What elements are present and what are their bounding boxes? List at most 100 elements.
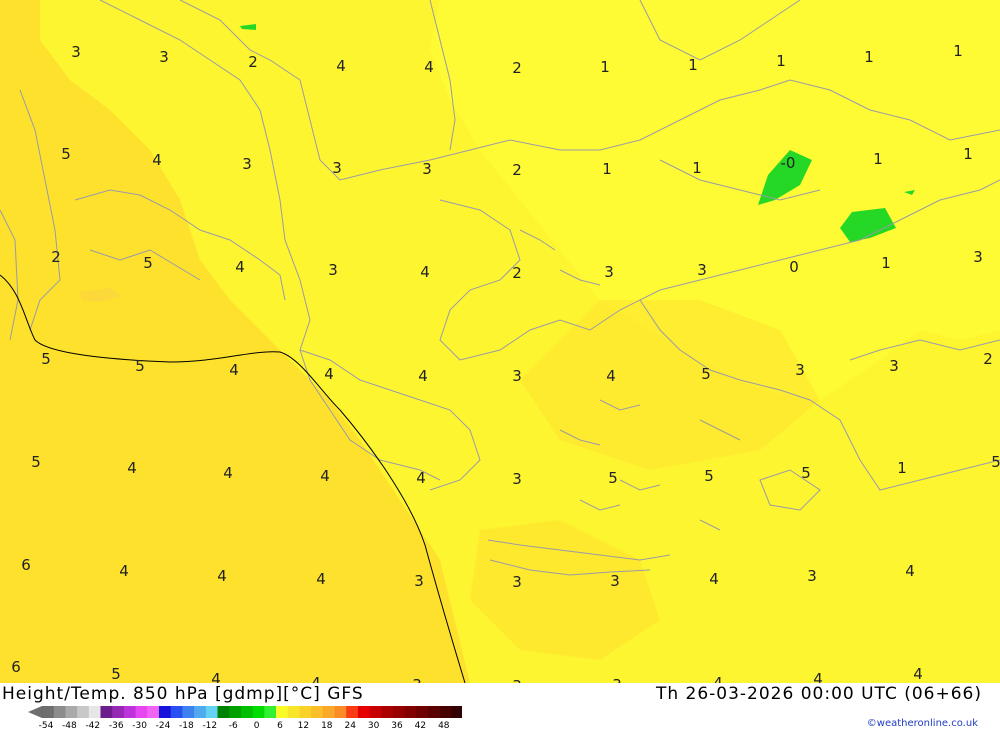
map-value-label: 4 [713, 674, 723, 683]
map-value-label: 4 [211, 670, 221, 683]
map-title: Height/Temp. 850 hPa [gdmp][°C] GFS [2, 684, 364, 704]
scale-arrow-left [28, 706, 42, 718]
map-value-label: 4 [217, 567, 227, 585]
map-value-label: 4 [418, 367, 428, 385]
scale-tick-label: 42 [415, 721, 426, 730]
map-value-label: 5 [61, 145, 71, 163]
scale-tick-label: 48 [438, 721, 450, 730]
credit-link[interactable]: ©weatheronline.co.uk [867, 718, 978, 729]
scale-color-cell [311, 706, 324, 718]
scale-color-cell [159, 706, 172, 718]
map-value-label: 5 [701, 365, 711, 383]
map-value-label: 2 [983, 350, 993, 368]
scale-tick-label: 36 [391, 721, 403, 730]
map-value-label: 3 [512, 573, 522, 591]
map-value-label: 5 [801, 464, 811, 482]
map-value-label: 4 [223, 464, 233, 482]
scale-tick-label: 0 [254, 721, 260, 730]
scale-color-cell [404, 706, 417, 718]
scale-color-cell [381, 706, 394, 718]
map-value-label: 1 [953, 42, 963, 60]
scale-color-cell [194, 706, 207, 718]
map-value-label: 0 [789, 258, 799, 276]
scale-color-cell [252, 706, 265, 718]
map-value-label: 3 [414, 572, 424, 590]
scale-color-cell [123, 706, 136, 718]
map-value-label: 4 [127, 459, 137, 477]
map-value-label: 4 [424, 58, 434, 76]
scale-tick-label: -12 [202, 721, 217, 730]
scale-color-cell [334, 706, 347, 718]
scale-color-cell [53, 706, 66, 718]
scale-tick-label: 18 [321, 721, 333, 730]
map-value-label: 6 [11, 658, 21, 676]
scale-tick-label: -54 [39, 721, 54, 730]
map-value-label: 4 [311, 674, 321, 683]
map-value-label: 1 [776, 52, 786, 70]
map-value-label: 4 [324, 365, 334, 383]
scale-tick-label: -42 [85, 721, 100, 730]
map-value-label: 3 [807, 567, 817, 585]
map-value-label: 5 [111, 665, 121, 683]
map-value-label: 3 [332, 159, 342, 177]
map-value-label: 2 [248, 53, 258, 71]
scale-color-cell [439, 706, 452, 718]
scale-color-cell [147, 706, 160, 718]
map-value-label: 2 [512, 264, 522, 282]
scale-tick-label: 54 [461, 721, 462, 730]
map-value-label: 4 [316, 570, 326, 588]
map-value-label: 4 [420, 263, 430, 281]
scale-color-cell [112, 706, 125, 718]
scale-tick-label: -36 [109, 721, 124, 730]
map-value-label: 5 [31, 453, 41, 471]
map-value-label: 4 [229, 361, 239, 379]
map-value-label: 4 [119, 562, 129, 580]
scale-color-cell [299, 706, 312, 718]
scale-color-cell [451, 706, 462, 718]
map-value-label: 1 [602, 160, 612, 178]
map-value-label: 4 [320, 467, 330, 485]
map-value-label: 3 [612, 676, 622, 683]
map-value-label: 3 [71, 43, 81, 61]
scale-color-cell [276, 706, 289, 718]
scale-color-cell [65, 706, 78, 718]
map-value-label: 5 [135, 357, 145, 375]
scale-color-cell [346, 706, 359, 718]
scale-tick-label: -48 [62, 721, 77, 730]
map-value-label: 3 [512, 367, 522, 385]
map-value-label: 3 [512, 470, 522, 488]
map-value-label: 1 [688, 56, 698, 74]
map-value-label: 5 [143, 254, 153, 272]
map-value-label: 4 [813, 670, 823, 683]
scale-tick-label: 6 [277, 721, 283, 730]
scale-color-cell [205, 706, 218, 718]
map-value-label: 4 [416, 469, 426, 487]
color-scale: -54 -48 -42 -36 -30 -24 -18 -12 -6 0 6 12 18 24 30 36 42… [28, 706, 462, 730]
scale-color-cell [322, 706, 335, 718]
map-value-label: 3 [697, 261, 707, 279]
map-value-label: 1 [963, 145, 973, 163]
scale-tick-label: 24 [344, 721, 356, 730]
map-value-label: 1 [864, 48, 874, 66]
map-value-label: 4 [709, 570, 719, 588]
scale-tick-label: -24 [156, 721, 171, 730]
scale-color-cell [287, 706, 300, 718]
scale-color-cell [393, 706, 406, 718]
map-value-label: 1 [897, 459, 907, 477]
map-value-label: 3 [412, 676, 422, 683]
map-value-label: 5 [704, 467, 714, 485]
map-value-label: 3 [889, 357, 899, 375]
scale-color-cell [88, 706, 101, 718]
weather-map: 3 3 2 4 4 2 1 1 1 1 1 5 4 3 3 3 2 1 1 -0… [0, 0, 1000, 683]
scale-color-cell [240, 706, 253, 718]
map-value-label: 5 [608, 469, 618, 487]
scale-color-cell [217, 706, 230, 718]
color-scale-cells [28, 706, 462, 718]
scale-color-cell [416, 706, 429, 718]
map-value-label: -0 [781, 154, 796, 172]
map-value-label: 2 [512, 59, 522, 77]
scale-color-cell [77, 706, 90, 718]
map-value-label: 2 [512, 161, 522, 179]
map-value-label: 3 [422, 160, 432, 178]
map-value-label: 5 [991, 453, 1000, 471]
